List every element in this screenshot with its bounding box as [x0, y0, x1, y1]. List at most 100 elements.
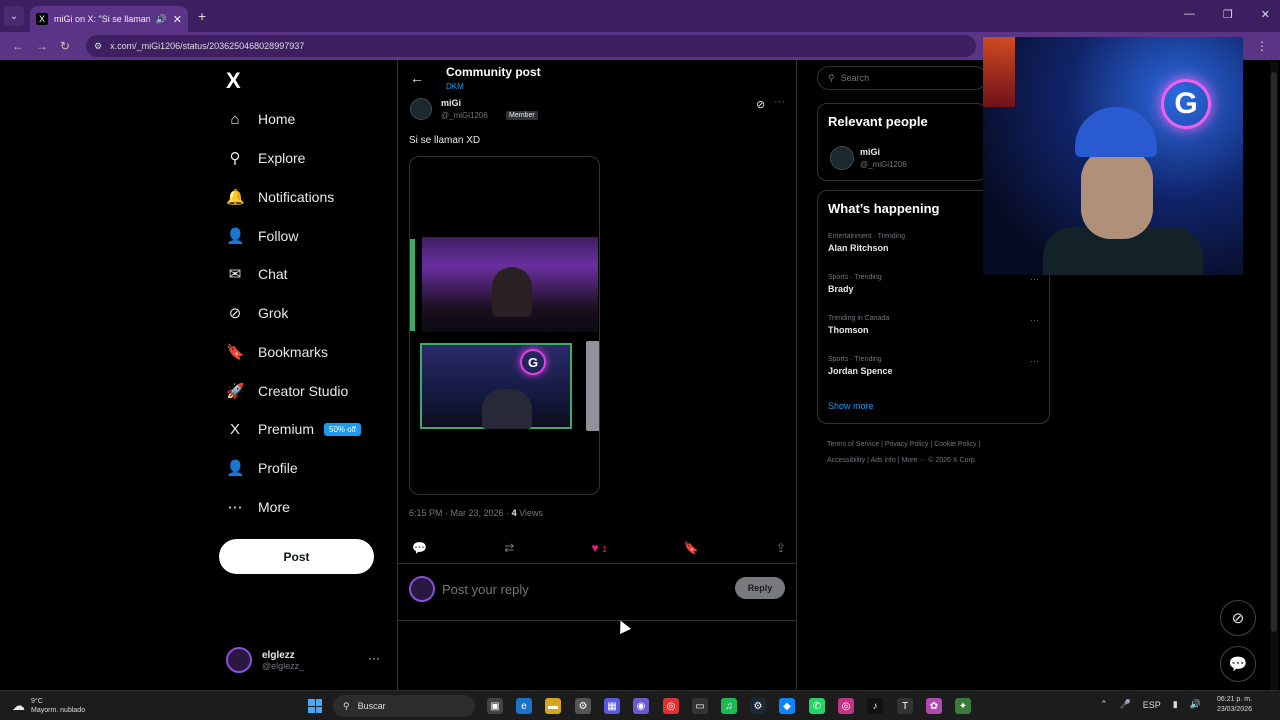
scrollbar-thumb[interactable]: [1271, 72, 1277, 632]
volume-icon[interactable]: 🔊: [1190, 699, 1201, 710]
trend-item[interactable]: Sports · Trending Jordan Spence ···: [828, 356, 1043, 376]
video-frame-bottom: G: [420, 343, 572, 429]
edge-icon[interactable]: e: [516, 698, 532, 714]
video-person-2: [482, 389, 532, 429]
back-icon[interactable]: ←: [12, 39, 24, 53]
trend-more-icon[interactable]: ···: [1030, 274, 1039, 284]
sidebar-item-label: Explore: [258, 150, 306, 166]
grok-icon[interactable]: ⊘: [756, 98, 765, 111]
post-button[interactable]: Post: [219, 539, 374, 574]
x-logo[interactable]: X: [226, 68, 241, 94]
settings-icon[interactable]: ⚙: [575, 698, 591, 714]
forward-icon[interactable]: →: [36, 39, 48, 53]
repost-icon[interactable]: ⇄: [504, 541, 514, 555]
sidebar-item-follow[interactable]: 👤 Follow: [226, 225, 298, 247]
sidebar-item-profile[interactable]: 👤 Profile: [226, 457, 298, 479]
sidebar-item-home[interactable]: ⌂ Home: [226, 108, 295, 130]
post-more-icon[interactable]: ···: [774, 96, 785, 108]
community-link[interactable]: DKM: [446, 82, 464, 91]
trend-more-icon[interactable]: ···: [1030, 356, 1039, 366]
audio-icon[interactable]: 🔊: [156, 14, 167, 25]
reply-button[interactable]: Reply: [735, 577, 785, 599]
file-explorer-icon[interactable]: ▬: [545, 698, 561, 714]
relevant-avatar[interactable]: [830, 146, 854, 170]
tab-search-icon[interactable]: ⌄: [4, 6, 24, 26]
terminal-icon[interactable]: ▭: [692, 698, 708, 714]
windows-start-icon[interactable]: [308, 699, 322, 713]
sidebar-item-premium[interactable]: X Premium 50% off: [226, 418, 361, 440]
restore-icon[interactable]: ❐: [1223, 8, 1233, 21]
relevant-name[interactable]: miGi: [860, 147, 880, 157]
spotify-icon[interactable]: ♫: [721, 698, 737, 714]
language-indicator[interactable]: ESP: [1143, 700, 1161, 710]
account-more-icon[interactable]: ···: [368, 651, 380, 665]
post-text: Si se llaman XD: [409, 135, 481, 146]
mic-icon[interactable]: 🎤: [1120, 699, 1131, 710]
sidebar-item-explore[interactable]: ⚲ Explore: [226, 147, 306, 169]
sidebar-item-chat[interactable]: ✉ Chat: [226, 263, 288, 285]
reload-icon[interactable]: ↻: [60, 39, 72, 53]
discord-icon[interactable]: ◉: [633, 698, 649, 714]
footer-links[interactable]: Terms of Service | Privacy Policy | Cook…: [827, 437, 1057, 469]
sidebar-item-creator-studio[interactable]: 🚀 Creator Studio: [226, 380, 348, 402]
trend-item[interactable]: Trending in Canada Thomson ···: [828, 315, 1043, 335]
footer-line[interactable]: Terms of Service | Privacy Policy | Cook…: [827, 437, 1057, 453]
wifi-icon[interactable]: ▮: [1173, 699, 1178, 710]
author-handle[interactable]: @_miGi1206: [441, 111, 488, 120]
relevant-handle[interactable]: @_miGi1206: [860, 160, 907, 169]
grok-float-icon[interactable]: ⊘: [1220, 600, 1256, 636]
instagram-icon[interactable]: ◎: [838, 698, 854, 714]
steam-icon[interactable]: ⚙: [750, 698, 766, 714]
site-info-icon[interactable]: ⚙: [94, 41, 102, 52]
close-tab-icon[interactable]: ✕: [173, 13, 182, 26]
weather-widget[interactable]: ☁ 9°C Mayorm. nublado: [12, 697, 85, 715]
show-more-link[interactable]: Show more: [828, 401, 874, 411]
browser-menu-icon[interactable]: ⋮: [1256, 39, 1268, 53]
sidebar-item-bookmarks[interactable]: 🔖 Bookmarks: [226, 341, 328, 363]
new-tab-icon[interactable]: +: [198, 8, 206, 24]
sidebar-item-more[interactable]: ⋯ More: [226, 496, 290, 518]
rocket-icon: 🚀: [226, 383, 245, 400]
home-icon: ⌂: [230, 110, 240, 128]
sidebar-item-notifications[interactable]: 🔔 Notifications: [226, 186, 334, 208]
account-switcher[interactable]: elglezz @elglezz_ ···: [226, 645, 386, 675]
trend-more-icon[interactable]: ···: [1030, 315, 1039, 325]
app-icon[interactable]: ◆: [779, 698, 795, 714]
tf-app-icon[interactable]: T: [897, 698, 913, 714]
omnibox[interactable]: ⚙ x.com/_miGi1206/status/203625046802899…: [86, 35, 976, 57]
scrollbar[interactable]: [1270, 62, 1278, 690]
trend-context: Trending in Canada: [828, 315, 890, 322]
search-input[interactable]: ⚲ Search: [817, 66, 987, 90]
account-name: elglezz: [262, 649, 295, 661]
app-icon[interactable]: ✿: [926, 698, 942, 714]
apps-icon[interactable]: ▦: [604, 698, 620, 714]
neon-g-sign-icon: G: [1161, 79, 1211, 129]
close-window-icon[interactable]: ✕: [1261, 8, 1270, 21]
reply-icon[interactable]: 💬: [412, 541, 427, 555]
post-media-video[interactable]: G: [409, 156, 600, 495]
bookmark-icon[interactable]: 🔖: [684, 541, 699, 555]
system-tray[interactable]: ⌃ 🎤 ESP ▮ 🔊: [1100, 699, 1201, 710]
minimize-icon[interactable]: —: [1184, 8, 1195, 21]
whatsapp-icon[interactable]: ✆: [809, 698, 825, 714]
sidebar-item-label: Premium: [258, 421, 315, 437]
chrome-icon[interactable]: ◎: [663, 698, 679, 714]
author-name[interactable]: miGi: [441, 98, 461, 108]
taskbar-clock[interactable]: 06:21 p. m. 23/03/2026: [1208, 695, 1252, 715]
sidebar-item-grok[interactable]: ⊘ Grok: [226, 302, 289, 324]
taskbar-search[interactable]: ⚲ Buscar: [333, 695, 475, 717]
chat-float-icon[interactable]: 💬: [1220, 646, 1256, 682]
tray-chevron-icon[interactable]: ⌃: [1100, 699, 1108, 710]
back-arrow-icon[interactable]: ←: [410, 70, 424, 86]
reply-input[interactable]: [442, 579, 722, 599]
browser-tab[interactable]: X miGi on X: "Si se llaman XD" 🔊 ✕: [30, 6, 188, 32]
like-button[interactable]: ♥ 1: [592, 541, 607, 555]
task-view-icon[interactable]: ▣: [487, 698, 503, 714]
author-avatar[interactable]: [410, 98, 432, 120]
app-icon[interactable]: ✦: [955, 698, 971, 714]
page-title: Community post: [446, 65, 541, 79]
trend-item[interactable]: Sports · Trending Brady ···: [828, 274, 1043, 294]
footer-line[interactable]: Accessibility | Ads info | More ··· © 20…: [827, 453, 1057, 469]
share-icon[interactable]: ⇪: [776, 541, 786, 555]
tiktok-icon[interactable]: ♪: [867, 698, 883, 714]
